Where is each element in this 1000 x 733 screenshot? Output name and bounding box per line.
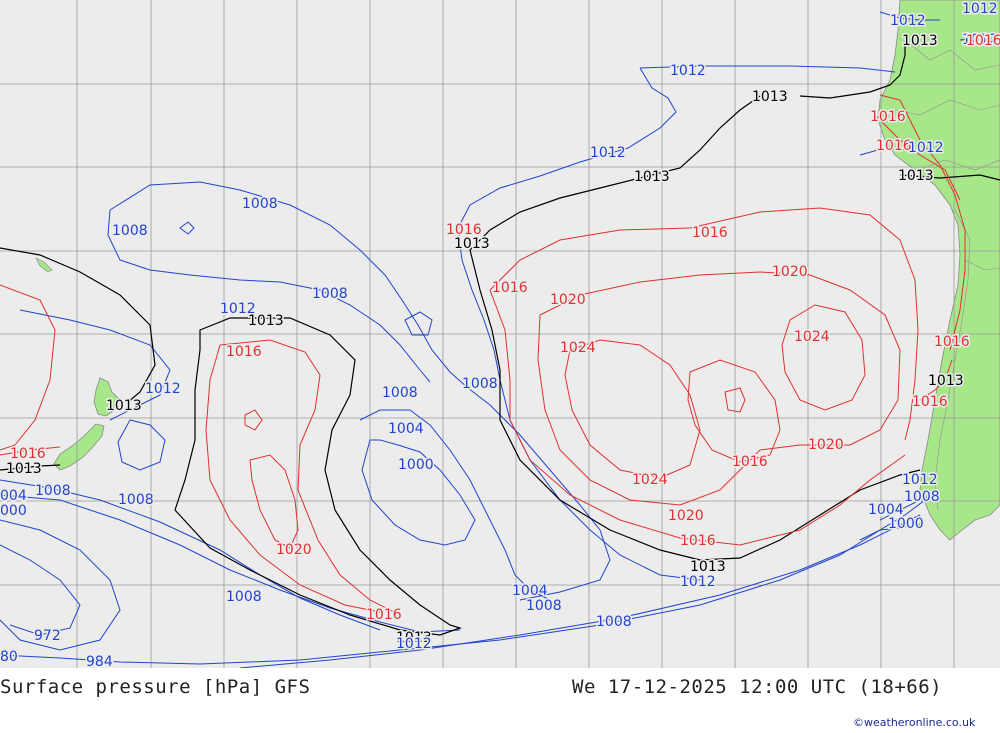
isobar-label: 1016	[692, 225, 728, 241]
isobar-label: 1016	[732, 454, 768, 470]
isobar-label: 1016	[876, 138, 912, 154]
isobar-label: 1016	[366, 607, 402, 623]
isobar-label: 1016	[446, 222, 482, 238]
isobar-label: 1012	[902, 472, 938, 488]
isobar-label: 1008	[596, 614, 632, 630]
isobar-label: 004	[0, 488, 27, 504]
isobar-label: 1008	[112, 223, 148, 239]
isobar-label: 1012	[670, 63, 706, 79]
isobar-label: 1008	[526, 598, 562, 614]
isobar-label: 1012	[145, 381, 181, 397]
isobar-label: 1013	[248, 313, 284, 329]
isobar-label: 1024	[632, 472, 668, 488]
isobar-label: 1013	[454, 236, 490, 252]
isobar-label: 1012	[590, 145, 626, 161]
isobar-label: 1008	[462, 376, 498, 392]
isobar-label: 1008	[242, 196, 278, 212]
isobar-label: 1020	[772, 264, 808, 280]
isobar-label: 1012	[396, 636, 432, 652]
isobar-label: 1016	[10, 446, 46, 462]
isobar-label: 1012	[908, 140, 944, 156]
isobar-label: 1016	[912, 394, 948, 410]
isobar-label: 1020	[668, 508, 704, 524]
isobar-label: 1016	[226, 344, 262, 360]
isobar-label: 1020	[808, 437, 844, 453]
valid-time: We 17-12-2025 12:00 UTC (18+66)	[572, 676, 943, 698]
isobar-label: 1024	[794, 329, 830, 345]
isobar-label: 1008	[226, 589, 262, 605]
isobar-label: 1016	[680, 533, 716, 549]
isobar-label: 972	[34, 628, 61, 644]
isobar-label: 1013	[752, 89, 788, 105]
isobar-label: 1016	[492, 280, 528, 296]
isobar-label: 1013	[898, 168, 934, 184]
isobar-label: 1012	[680, 574, 716, 590]
isobar-label: 000	[0, 503, 27, 519]
isobar-label: 984	[86, 654, 113, 668]
isobar-label: 1000	[888, 516, 924, 532]
isobar-label: 1020	[276, 542, 312, 558]
credit-link[interactable]: ©weatheronline.co.uk	[853, 716, 975, 729]
isobar-label: 1000	[398, 457, 434, 473]
map-title: Surface pressure [hPa] GFS	[0, 676, 311, 698]
isobar-label: 1013	[690, 559, 726, 575]
isobar-label: 1004	[512, 583, 548, 599]
isobar-label: 1012	[890, 13, 926, 29]
pressure-map: 10121013 10121013101210131012101310081008…	[0, 0, 1000, 668]
isobar-label: 1016	[870, 109, 906, 125]
isobar-label: 1008	[118, 492, 154, 508]
isobar-label: 80	[0, 649, 18, 665]
isobar-label: 1013	[6, 461, 42, 477]
isobar-label: 1008	[312, 286, 348, 302]
isobar-label: 1008	[382, 385, 418, 401]
isobar-label: 1024	[560, 340, 596, 356]
isobar-label: 1004	[388, 421, 424, 437]
isobar-label: 1016	[966, 33, 1000, 49]
isobar-label: 1008	[35, 483, 71, 499]
isobar-label: 1013	[634, 169, 670, 185]
isobar-label: 1013	[106, 398, 142, 414]
isobar-label: 1013	[902, 33, 938, 49]
isobar-label: 1008	[904, 489, 940, 505]
isobar-label: 1013	[928, 373, 964, 389]
isobar-label: 1012	[962, 1, 998, 17]
isobar-label: 1020	[550, 292, 586, 308]
weather-map-figure: 1012 1013 1012 1013 1012 1013 1012 1013 1008 1008…	[0, 0, 1000, 733]
isobar-label: 1016	[934, 334, 970, 350]
